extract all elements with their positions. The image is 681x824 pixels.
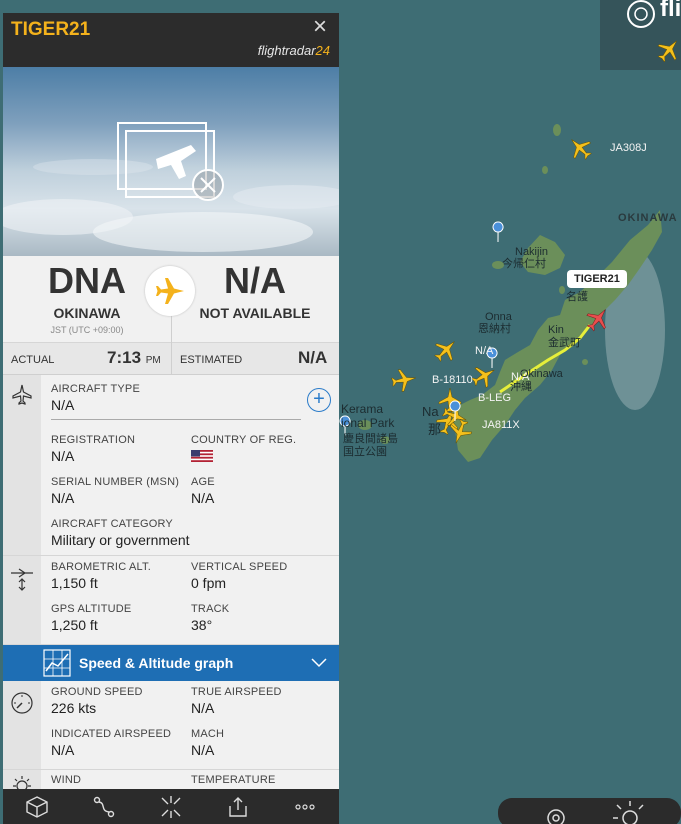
actual-label: ACTUAL: [11, 354, 55, 366]
aircraft-label-ja811x[interactable]: JA811X: [482, 419, 520, 431]
place-label-onna-jp: 恩納村: [478, 323, 511, 335]
callsign-title: TIGER21: [11, 19, 91, 40]
flight-info-panel: TIGER21 × flightradar24 DNA N/A OKINAWA …: [3, 13, 339, 824]
aircraft-photo[interactable]: [3, 67, 339, 256]
vertical-speed-field: VERTICAL SPEED 0 fpm: [191, 561, 288, 591]
graph-label: Speed & Altitude graph: [79, 655, 234, 671]
estimated-label: ESTIMATED: [180, 354, 243, 366]
place-label-naha-jp: 那: [428, 422, 442, 437]
cube-icon: [25, 795, 48, 818]
speed-altitude-graph-toggle[interactable]: Speed & Altitude graph: [3, 645, 339, 681]
aircraft-label-ja308j[interactable]: JA308J: [610, 142, 647, 154]
brand-fragment: fli: [660, 0, 681, 22]
place-label-nakijin-jp: 今帰仁村: [502, 258, 546, 270]
destination-code: N/A: [224, 260, 286, 301]
3d-view-button[interactable]: [17, 792, 57, 822]
place-label-nakijin: Nakijin: [515, 246, 549, 258]
aircraft-label-b18110[interactable]: B-18110: [432, 374, 473, 386]
graph-grid-icon: [43, 649, 71, 677]
share-button[interactable]: [218, 792, 258, 822]
place-label-nago-jp: 名護: [566, 291, 588, 303]
brand-logo: flightradar24: [258, 43, 330, 58]
selected-aircraft-tag[interactable]: TIGER21: [567, 270, 627, 288]
add-aircraft-icon[interactable]: +: [307, 388, 331, 412]
indicated-airspeed-field: INDICATED AIRSPEED N/A: [51, 728, 172, 758]
speedometer-icon: [11, 692, 33, 714]
route-plane-icon: [145, 266, 195, 316]
aircraft-label-na-1[interactable]: N/A: [475, 345, 493, 357]
panel-footer-toolbar: [3, 789, 339, 824]
altitude-section: BAROMETRIC ALT. 1,150 ft VERTICAL SPEED …: [3, 556, 339, 645]
aircraft-label-bleg[interactable]: B-LEG: [478, 392, 511, 404]
gps-alt-field: GPS ALTITUDE 1,250 ft: [51, 603, 132, 633]
place-label-naha: Na: [422, 404, 439, 419]
us-flag-icon: [191, 450, 213, 462]
category-field: AIRCRAFT CATEGORY Military or government: [51, 518, 190, 548]
aircraft-section: AIRCRAFT TYPE N/A + REGISTRATION N/A COU…: [3, 375, 339, 556]
mach-field: MACH N/A: [191, 728, 225, 758]
place-label-national-park: ional Park: [341, 416, 395, 430]
origin-name: OKINAWA: [53, 305, 121, 321]
destination-name: NOT AVAILABLE: [199, 305, 311, 321]
country-field: COUNTRY OF REG.: [191, 434, 296, 467]
aircraft-type-field: AIRCRAFT TYPE N/A: [51, 383, 301, 420]
baro-alt-field: BAROMETRIC ALT. 1,150 ft: [51, 561, 151, 591]
more-dots-icon: [295, 803, 315, 810]
estimated-value: N/A: [298, 348, 328, 367]
time-bar: ACTUAL 7:13 PM ESTIMATED N/A: [3, 343, 339, 375]
brand-main: flightradar: [257, 43, 316, 58]
ground-speed-field: GROUND SPEED 226 kts: [51, 686, 143, 716]
wind-field: WIND: [51, 774, 82, 786]
aircraft-icon: [12, 384, 32, 405]
crosshair-arrows-icon: [161, 795, 181, 818]
temperature-field: TEMPERATURE: [191, 774, 276, 786]
actual-time: 7:13 PM: [107, 348, 161, 367]
serial-field: SERIAL NUMBER (MSN) N/A: [51, 476, 180, 506]
route-icon: [93, 796, 114, 817]
panel-header: TIGER21 × flightradar24: [3, 13, 339, 67]
place-label-kokuritsu-jp: 国立公園: [343, 446, 387, 458]
share-icon: [229, 796, 247, 817]
place-label-kin-jp: 金武町: [548, 337, 581, 349]
age-field: AGE N/A: [191, 476, 215, 506]
altitude-icon: [11, 568, 33, 591]
place-label-onna: Onna: [485, 311, 512, 323]
speed-section: GROUND SPEED 226 kts TRUE AIRSPEED N/A I…: [3, 681, 339, 770]
no-photo-icon: [117, 122, 224, 201]
map-toolbar: [498, 798, 681, 824]
more-button[interactable]: [285, 792, 325, 822]
close-icon[interactable]: ×: [309, 15, 331, 39]
brand-number: 24: [315, 43, 330, 58]
place-label-kerama-jp: 慶良間諸島: [343, 433, 398, 445]
place-label-kin: Kin: [548, 324, 564, 336]
track-field: TRACK 38°: [191, 603, 230, 633]
registration-field: REGISTRATION N/A: [51, 434, 136, 464]
place-label-okinawa-city-jp: 沖縄: [510, 381, 532, 393]
follow-button[interactable]: [151, 792, 191, 822]
true-airspeed-field: TRUE AIRSPEED N/A: [191, 686, 282, 716]
place-label-kerama: Kerama: [341, 402, 384, 416]
route-summary: DNA N/A OKINAWA NOT AVAILABLE JST (UTC +…: [3, 256, 339, 343]
region-label-okinawa: OKINAWA: [618, 212, 678, 224]
chevron-down-icon[interactable]: [311, 658, 327, 668]
place-label-okinawa-city: Okinawa: [520, 368, 563, 380]
origin-timezone: JST (UTC +09:00): [50, 325, 124, 335]
route-button[interactable]: [84, 792, 124, 822]
